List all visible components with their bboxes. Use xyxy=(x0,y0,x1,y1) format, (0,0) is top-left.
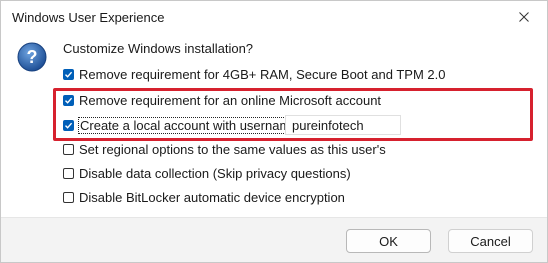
checkbox-checked[interactable] xyxy=(63,68,74,80)
check-icon xyxy=(65,122,73,129)
option-label: Disable BitLocker automatic device encry… xyxy=(79,189,345,205)
dialog-heading: Customize Windows installation? xyxy=(63,41,254,56)
option-remove-hardware-requirements[interactable]: Remove requirement for 4GB+ RAM, Secure … xyxy=(63,64,445,84)
cancel-button[interactable]: Cancel xyxy=(448,229,533,253)
check-icon xyxy=(65,71,73,78)
dialog-window: Windows User Experience ? Customize Wind… xyxy=(0,0,548,263)
ok-button[interactable]: OK xyxy=(346,229,431,253)
dialog-footer: OK Cancel xyxy=(1,217,547,262)
close-button[interactable] xyxy=(501,1,547,33)
option-label: Remove requirement for an online Microso… xyxy=(79,92,382,108)
checkbox-checked[interactable] xyxy=(63,94,74,106)
question-icon: ? xyxy=(17,42,47,72)
option-disable-bitlocker[interactable]: Disable BitLocker automatic device encry… xyxy=(63,187,345,207)
checkbox-checked[interactable] xyxy=(63,119,74,131)
title-bar: Windows User Experience xyxy=(1,1,547,33)
window-title: Windows User Experience xyxy=(12,10,165,25)
option-regional-settings[interactable]: Set regional options to the same values … xyxy=(63,139,386,159)
username-input[interactable] xyxy=(285,115,401,135)
checkbox-unchecked[interactable] xyxy=(63,167,74,179)
option-label: Disable data collection (Skip privacy qu… xyxy=(79,165,351,181)
option-disable-data-collection[interactable]: Disable data collection (Skip privacy qu… xyxy=(63,163,351,183)
option-label: Set regional options to the same values … xyxy=(79,141,386,157)
option-label: Remove requirement for 4GB+ RAM, Secure … xyxy=(79,66,446,82)
checkbox-unchecked[interactable] xyxy=(63,191,74,203)
check-icon xyxy=(65,97,73,104)
close-icon xyxy=(519,12,529,22)
option-create-local-account[interactable]: Create a local account with username xyxy=(63,115,300,135)
svg-text:?: ? xyxy=(27,47,38,67)
checkbox-unchecked[interactable] xyxy=(63,143,74,155)
option-label: Create a local account with username xyxy=(78,116,300,134)
option-remove-online-account[interactable]: Remove requirement for an online Microso… xyxy=(63,90,381,110)
